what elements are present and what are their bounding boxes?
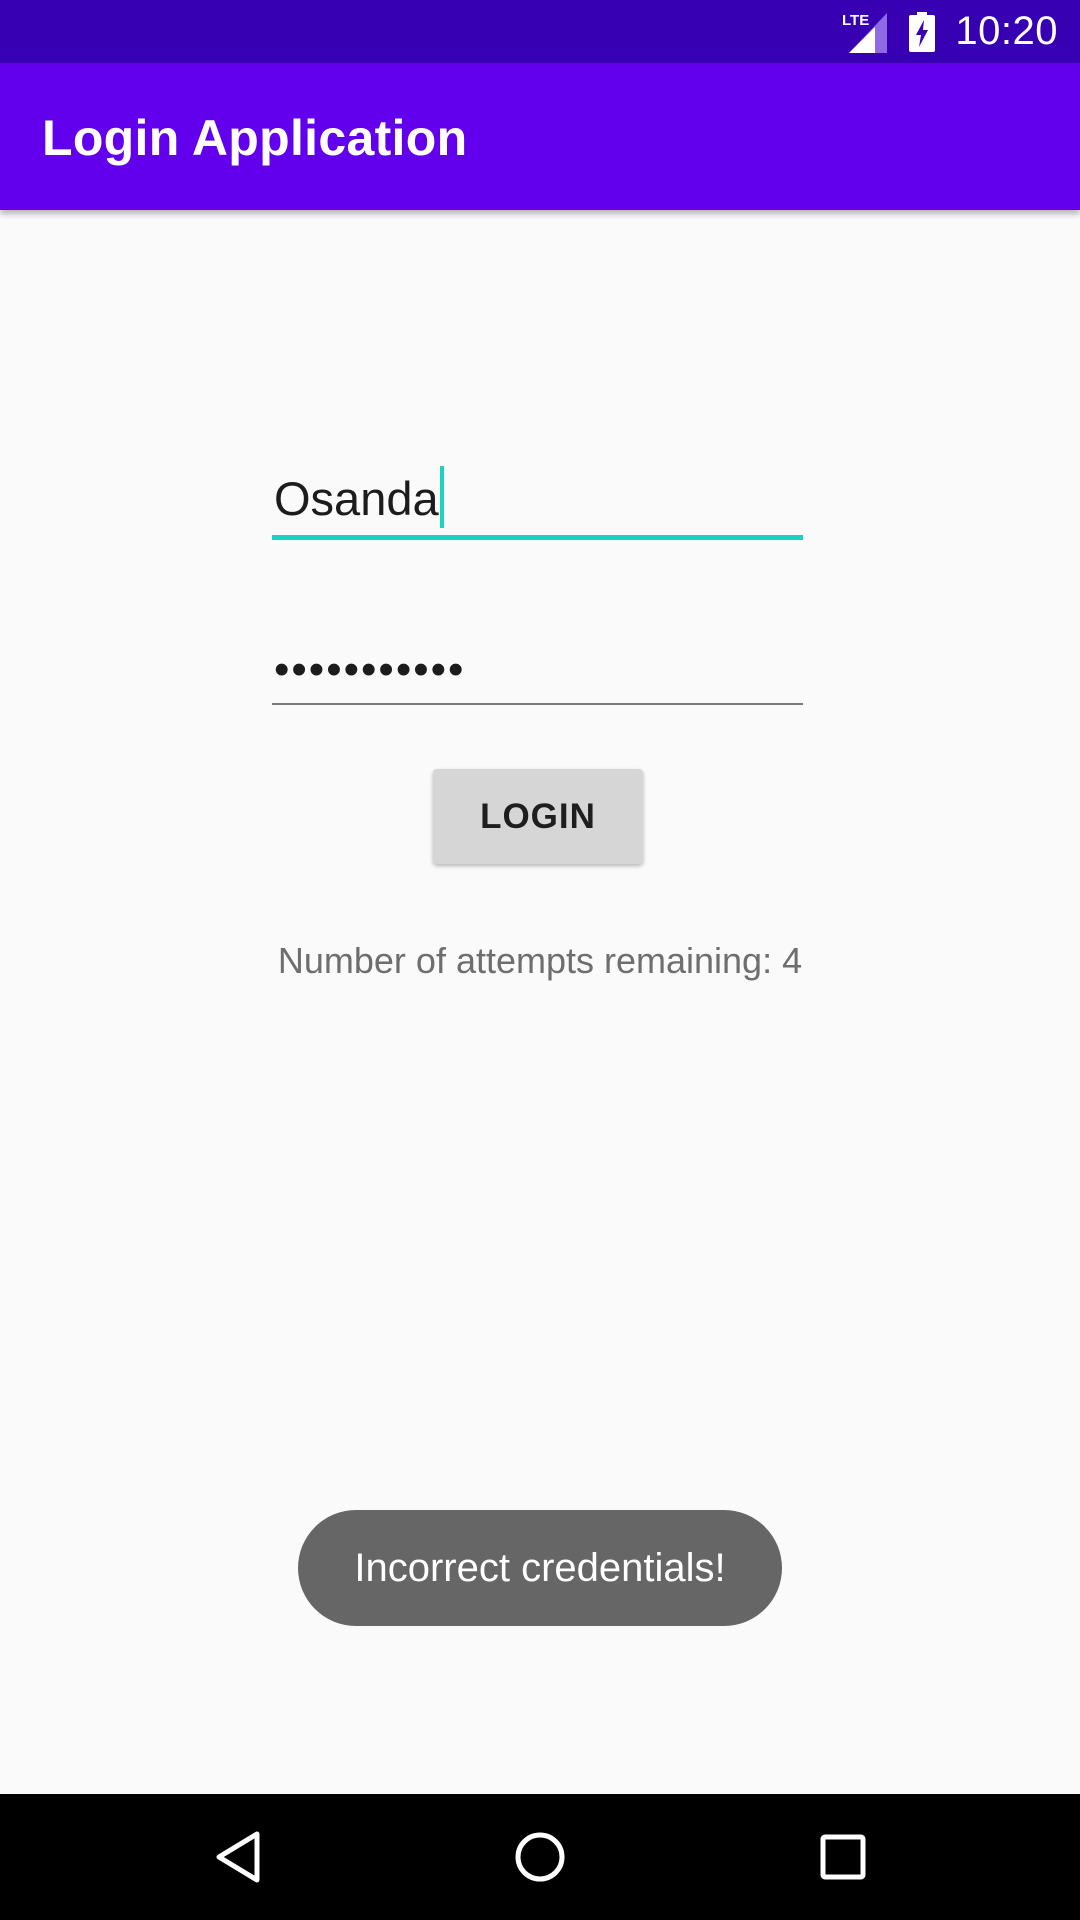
navigation-bar	[0, 1794, 1080, 1920]
text-cursor	[439, 466, 444, 528]
recents-button[interactable]	[803, 1817, 883, 1897]
status-bar: LTE 10:20	[0, 0, 1080, 63]
attempts-remaining-text: Number of attempts remaining: 4	[277, 940, 803, 981]
toast-message: Incorrect credentials!	[298, 1510, 782, 1626]
password-underline	[272, 703, 803, 705]
username-text: Osanda	[274, 472, 439, 525]
username-field[interactable]: Osanda	[272, 455, 803, 540]
network-label: LTE	[842, 12, 869, 29]
username-input-value[interactable]: Osanda	[274, 466, 444, 528]
home-icon	[515, 1832, 565, 1882]
recents-icon	[820, 1834, 866, 1880]
clock: 10:20	[955, 9, 1058, 53]
lte-signal-icon: LTE	[842, 12, 888, 53]
back-icon	[216, 1831, 260, 1883]
status-icons: LTE 10:20	[841, 0, 1058, 63]
battery-charging-icon	[909, 11, 936, 52]
app-bar: Login Application	[0, 63, 1080, 210]
home-button[interactable]	[500, 1817, 580, 1897]
password-input-value[interactable]: •••••••••••	[274, 645, 465, 695]
login-button[interactable]: LOGIN	[433, 769, 643, 864]
username-underline	[272, 535, 803, 540]
password-field[interactable]: •••••••••••	[272, 630, 803, 705]
screen: LTE 10:20 Login Application Osanda •••••…	[0, 0, 1080, 1920]
back-button[interactable]	[198, 1817, 278, 1897]
app-title: Login Application	[42, 110, 468, 166]
